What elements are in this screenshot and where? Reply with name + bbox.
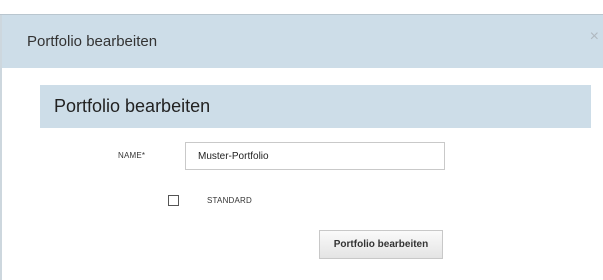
edit-portfolio-button[interactable]: Portfolio bearbeiten bbox=[319, 230, 443, 259]
section-banner: Portfolio bearbeiten bbox=[40, 85, 591, 128]
standard-label: STANDARD bbox=[207, 196, 253, 205]
standard-checkbox[interactable] bbox=[168, 195, 179, 206]
edit-portfolio-dialog: Portfolio bearbeiten × Portfolio bearbei… bbox=[0, 15, 603, 280]
name-input[interactable] bbox=[185, 142, 445, 170]
dialog-title: Portfolio bearbeiten bbox=[27, 33, 158, 50]
page: Portfolio bearbeiten × Portfolio bearbei… bbox=[0, 0, 603, 280]
top-backdrop bbox=[0, 0, 603, 14]
section-title: Portfolio bearbeiten bbox=[54, 96, 211, 116]
dialog-header: Portfolio bearbeiten × bbox=[2, 15, 603, 68]
close-icon[interactable]: × bbox=[590, 29, 599, 45]
name-label: NAME* bbox=[118, 151, 146, 160]
